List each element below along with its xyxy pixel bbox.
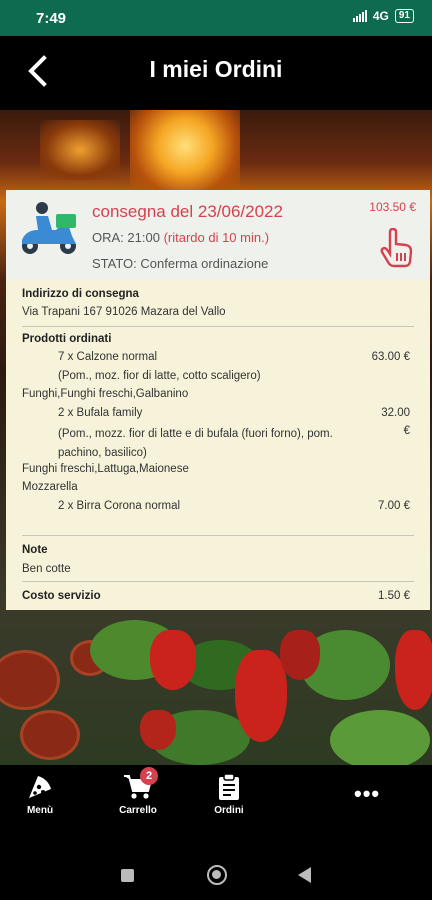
notes-label: Note (22, 544, 48, 556)
signal-icon (352, 10, 367, 22)
network-type: 4G (372, 9, 389, 23)
status-time: 7:49 (36, 10, 67, 27)
divider (22, 581, 414, 582)
divider (22, 535, 414, 536)
item-2-price: 32.00 (381, 407, 410, 419)
divider (22, 326, 414, 327)
item-2-extras: Funghi freschi,Lattuga,Maionese (22, 463, 189, 475)
recent-apps-icon[interactable] (121, 869, 134, 882)
item-2-desc: (Pom., mozz. fior di latte e di bufala (… (58, 428, 333, 459)
app-header: I miei Ordini (0, 36, 432, 110)
page-title: I miei Ordini (149, 56, 283, 82)
order-date: consegna del 23/06/2022 (92, 202, 283, 221)
nav-orders-label: Ordini (214, 805, 244, 816)
battery-icon: 91 (394, 9, 414, 23)
nav-menu-label: Menù (26, 805, 54, 816)
nav-cart-label: Carrello (119, 805, 157, 816)
more-options-icon[interactable]: ••• (354, 781, 380, 807)
status-icons: 4G 91 (352, 9, 414, 23)
cart-badge: 2 (140, 767, 158, 785)
service-cost-value: 1.50 € (378, 590, 410, 602)
item-2-extras-2: Mozzarella (22, 481, 78, 493)
delivery-scooter-icon (22, 202, 76, 254)
tap-hand-icon[interactable] (378, 228, 414, 268)
item-3-name: 2 x Birra Corona normal (58, 500, 181, 512)
order-card[interactable]: consegna del 23/06/2022 103.50 € ORA: 21… (6, 190, 430, 610)
products-label: Prodotti ordinati (22, 333, 112, 345)
notes-value: Ben cotte (22, 563, 71, 575)
item-2-price-unit: € (403, 425, 410, 437)
service-cost-label: Costo servizio (22, 590, 101, 602)
item-3-price: 7.00 € (378, 500, 410, 512)
status-bar: 7:49 4G 91 (0, 0, 432, 36)
bottom-nav: Menù 2 Carrello Ordini ••• (0, 765, 432, 829)
item-1-extras: Funghi,Funghi freschi,Galbanino (22, 388, 189, 400)
address-value: Via Trapani 167 91026 Mazara del Vallo (22, 306, 226, 318)
order-total: 103.50 € (369, 200, 416, 214)
item-2-name: 2 x Bufala family (58, 407, 143, 419)
nav-cart[interactable]: 2 Carrello (108, 767, 168, 816)
system-nav-bar (0, 829, 432, 900)
clipboard-icon (219, 773, 239, 800)
address-label: Indirizzo di consegna (22, 288, 139, 300)
order-time-value: ORA: 21:00 (92, 230, 160, 245)
nav-orders[interactable]: Ordini (199, 773, 259, 816)
order-time: ORA: 21:00 (ritardo di 10 min.) (92, 230, 269, 245)
item-1-name: 7 x Calzone normal (58, 351, 158, 363)
item-1-desc: (Pom., moz. fior di latte, cotto scalige… (58, 370, 261, 382)
order-summary: consegna del 23/06/2022 103.50 € ORA: 21… (6, 190, 430, 280)
item-1-price: 63.00 € (371, 351, 410, 363)
order-delay: (ritardo di 10 min.) (163, 230, 270, 245)
system-back-icon[interactable] (298, 867, 311, 883)
order-status: STATO: Conferma ordinazione (92, 256, 269, 271)
home-icon[interactable] (207, 865, 227, 885)
pizza-slice-icon (29, 776, 51, 798)
nav-menu[interactable]: Menù (10, 773, 70, 816)
